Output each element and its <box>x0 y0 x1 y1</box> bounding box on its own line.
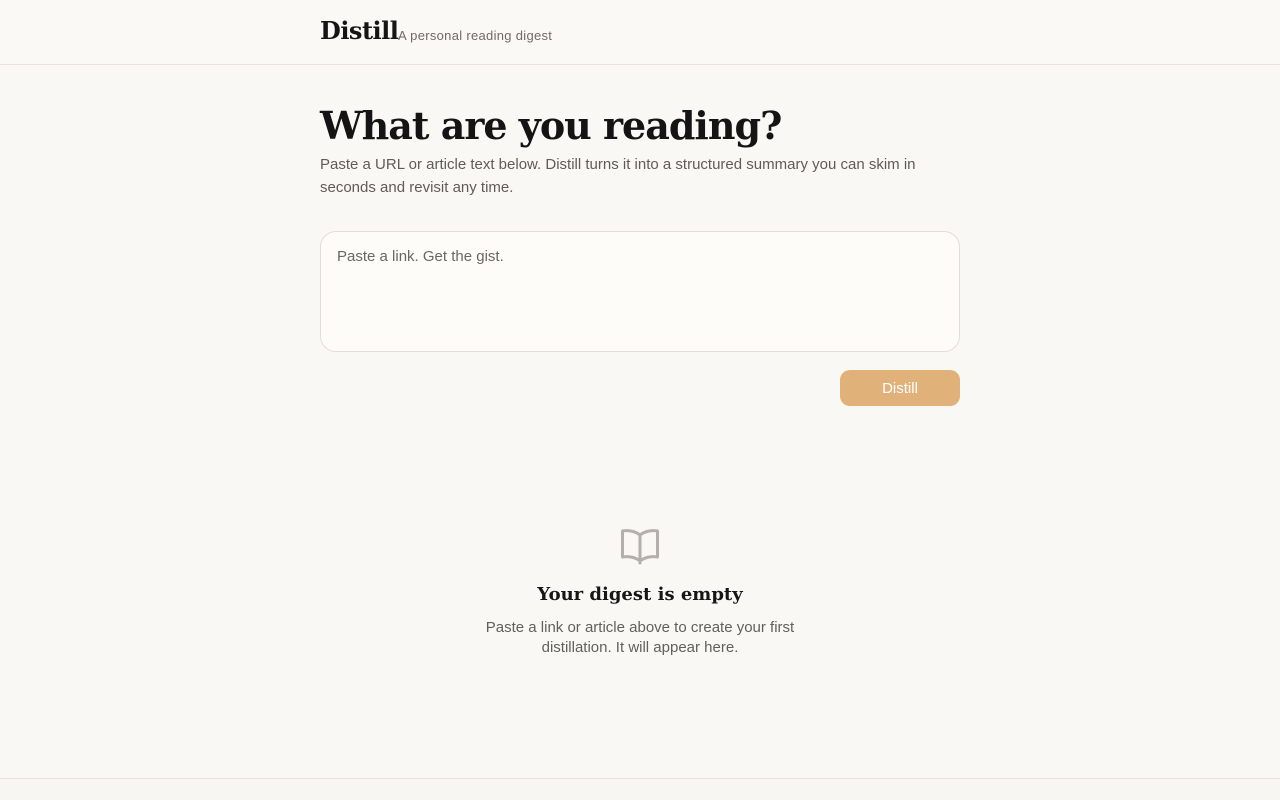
article-input-container <box>320 231 960 352</box>
footer <box>0 778 1280 800</box>
distill-button[interactable]: Distill <box>840 370 960 406</box>
page-title: What are you reading? <box>320 103 782 148</box>
empty-state-title: Your digest is empty <box>537 584 743 605</box>
top-bar: Distill A personal reading digest <box>0 0 1280 65</box>
empty-state-description: Paste a link or article above to create … <box>485 619 795 656</box>
app-tagline: A personal reading digest <box>398 28 553 43</box>
page-intro: Paste a URL or article text below. Disti… <box>320 156 916 196</box>
open-book-icon <box>621 529 659 565</box>
app-logo[interactable]: Distill <box>320 16 399 45</box>
article-input[interactable] <box>321 232 959 351</box>
